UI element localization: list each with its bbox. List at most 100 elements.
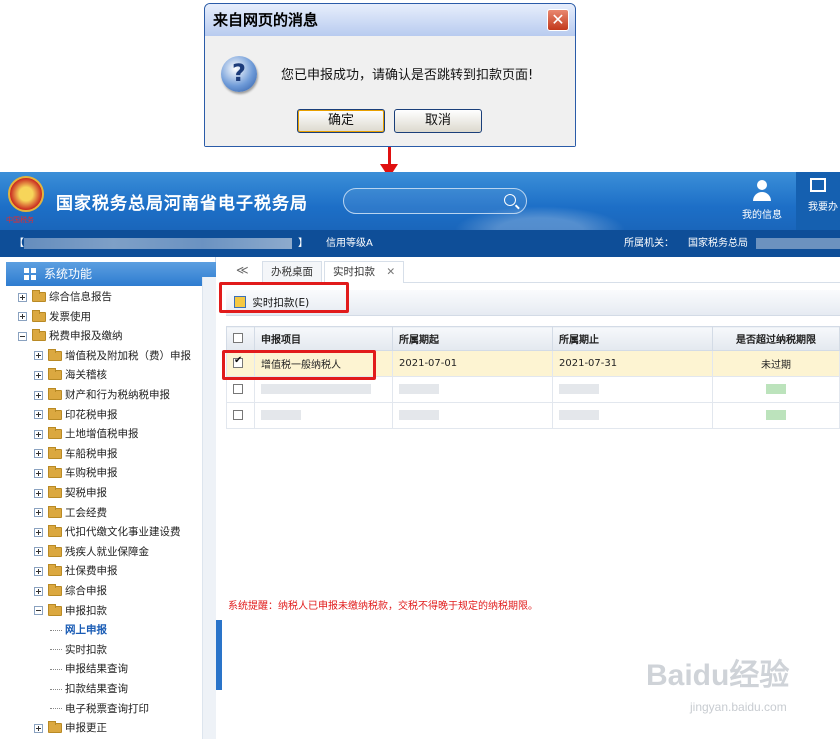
sidebar-item-label: 综合申报 [65,585,107,597]
tab-realtime-deduction[interactable]: 实时扣款 ✕ [324,261,405,283]
cell-status-redacted [712,376,840,403]
close-icon[interactable]: ✕ [547,9,569,31]
tab-scroll-left-icon[interactable]: ≪ [236,263,249,277]
sidebar-item[interactable]: 申报扣款 [34,601,107,621]
folder-icon [32,329,46,342]
sidebar-item[interactable]: 车购税申报 [34,463,118,483]
expand-icon[interactable] [34,429,43,439]
cell-start-redacted [392,376,553,403]
sidebar-item-label: 海关稽核 [65,369,107,382]
folder-icon [48,388,62,400]
info-bracket-close: 】 [298,238,308,249]
agency-value: 国家税务总局 [688,238,748,249]
expand-icon[interactable] [34,566,43,576]
collapse-icon[interactable] [34,606,43,616]
expand-icon[interactable] [18,292,27,302]
expand-icon[interactable] [34,547,43,557]
sidebar-item[interactable]: 残疾人就业保障金 [34,542,149,562]
sidebar-collapse-handle[interactable] [216,620,222,690]
folder-icon [48,603,62,616]
tree-line [50,629,62,631]
folder-icon [48,564,62,577]
grid-icon [24,268,36,280]
cell-status: 未过期 [712,350,840,377]
sidebar-item[interactable]: 申报更正 [34,718,107,738]
sidebar-item-label: 增值税及附加税（费）申报 [65,349,191,362]
sidebar-item[interactable]: 综合申报 [34,581,107,601]
sidebar-item[interactable]: 社保费申报 [34,561,118,581]
monitor-icon [810,178,826,192]
highlight-selected-row [222,350,376,380]
sidebar-item[interactable]: 增值税及附加税（费）申报 [34,346,191,366]
tree-line [50,649,62,651]
sidebar-item-label: 残疾人就业保障金 [65,545,149,558]
row-checkbox[interactable] [233,384,243,394]
sidebar-item[interactable]: 税费申报及缴纳 [18,326,123,346]
expand-icon[interactable] [34,468,43,478]
sidebar-item[interactable]: 发票使用 [18,307,91,327]
table-row[interactable] [226,402,840,429]
sidebar-item-label: 社保费申报 [65,565,118,578]
sidebar-item-label: 车购税申报 [65,467,118,480]
folder-icon [48,466,62,479]
search-input[interactable] [343,188,527,214]
system-tip: 系统提醒：纳税人已申报未缴纳税款，交税不得晚于规定的纳税期限。 [228,601,538,612]
folder-icon [48,486,62,498]
cancel-button[interactable]: 取消 [394,109,482,133]
sidebar-item-label: 土地增值税申报 [65,428,139,441]
i-want-button[interactable]: 我要办 [796,172,840,230]
sidebar-scrollbar[interactable] [202,277,216,739]
folder-icon [48,505,62,518]
expand-icon[interactable] [34,586,43,596]
search-icon[interactable] [504,194,516,206]
folder-icon [32,290,46,302]
sidebar-item[interactable]: 电子税票查询打印 [50,699,149,719]
select-all-checkbox[interactable] [233,333,243,343]
my-info-button[interactable]: 我的信息 [738,178,786,226]
sidebar-item[interactable]: 土地增值税申报 [34,424,139,444]
sidebar-item[interactable]: 代扣代缴文化事业建设费 [34,522,181,542]
row-checkbox[interactable] [233,410,243,420]
sidebar-item-label: 发票使用 [49,310,91,323]
tab-close-icon[interactable]: ✕ [386,266,395,278]
sidebar-item[interactable]: 印花税申报 [34,405,118,425]
tab-bar: ≪ 办税桌面 实时扣款 ✕ [222,259,840,283]
table-row[interactable] [226,376,840,403]
expand-icon[interactable] [34,488,43,498]
sidebar-item[interactable]: 网上申报 [50,620,107,640]
sidebar-item[interactable]: 财产和行为税纳税申报 [34,385,170,405]
expand-icon[interactable] [34,527,43,537]
collapse-icon[interactable] [18,331,27,341]
expand-icon[interactable] [18,312,27,322]
expand-icon[interactable] [34,390,43,400]
tab-desktop[interactable]: 办税桌面 [262,261,322,283]
expand-icon[interactable] [34,449,43,459]
folder-icon [48,584,62,596]
folder-icon [48,368,62,381]
row-checkbox-cell [226,376,255,403]
cell-start-redacted [392,402,553,429]
ok-button[interactable]: 确定 [297,109,385,133]
sidebar-item[interactable]: 实时扣款 [50,640,107,660]
sidebar-item[interactable]: 工会经费 [34,503,107,523]
sidebar-item-label: 申报更正 [65,722,107,735]
sidebar-item[interactable]: 扣款结果查询 [50,679,128,699]
dialog-message: 您已申报成功，请确认是否跳转到扣款页面! [281,68,534,83]
sidebar-item[interactable]: 综合信息报告 [18,287,112,307]
expand-icon[interactable] [34,370,43,380]
sidebar-item[interactable]: 海关稽核 [34,365,107,385]
sidebar-item[interactable]: 车船税申报 [34,444,118,464]
expand-icon[interactable] [34,508,43,518]
watermark-logo: Baidu经验 [646,659,790,692]
site-title: 国家税务总局河南省电子税务局 [56,194,308,214]
expand-icon[interactable] [34,410,43,420]
sidebar-item-label: 综合信息报告 [49,291,112,303]
sidebar-item-label: 印花税申报 [65,408,118,421]
sidebar-header: 系统功能 [6,262,216,286]
sidebar-item[interactable]: 申报结果查询 [50,659,128,679]
highlight-toolbar-button [219,282,349,313]
expand-icon[interactable] [34,723,43,733]
expand-icon[interactable] [34,351,43,361]
sidebar-item-label: 税费申报及缴纳 [49,330,123,343]
sidebar-item[interactable]: 契税申报 [34,483,107,503]
